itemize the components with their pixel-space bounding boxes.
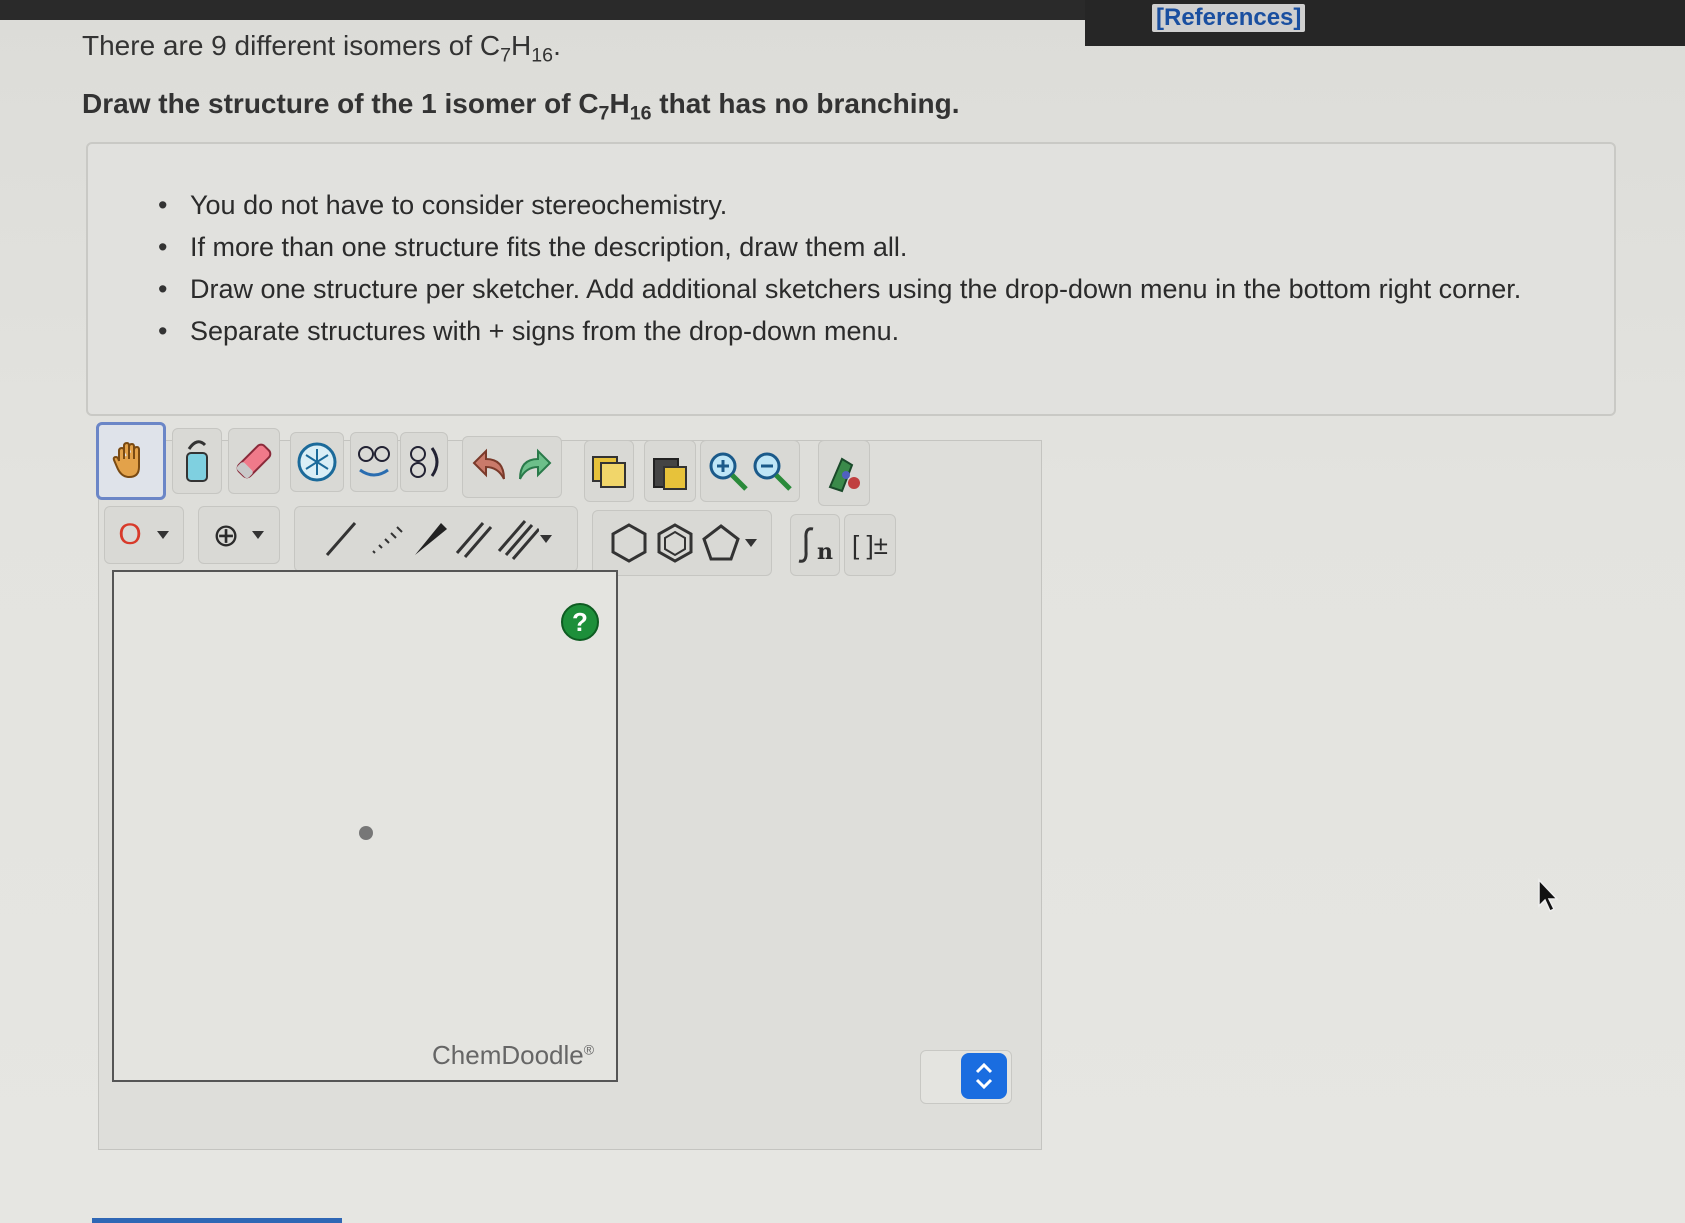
instruction-item: Separate structures with + signs from th… bbox=[158, 310, 1521, 352]
canvas-dot bbox=[359, 826, 373, 840]
help-button[interactable]: ? bbox=[561, 603, 599, 641]
chemdoodle-brand: ChemDoodle® bbox=[432, 1040, 594, 1071]
chevron-down-icon bbox=[252, 531, 265, 539]
charge-selector[interactable]: ⊕ bbox=[198, 506, 280, 564]
chevron-down-icon[interactable] bbox=[539, 534, 553, 544]
triple-bond-icon[interactable] bbox=[495, 517, 539, 561]
hand-icon bbox=[112, 441, 140, 479]
eraser-icon bbox=[236, 443, 272, 479]
clean-icon bbox=[828, 457, 860, 493]
instruction-item: You do not have to consider stereochemis… bbox=[158, 184, 1521, 226]
updown-chevron-icon bbox=[975, 1062, 993, 1090]
wedge-bond-icon[interactable] bbox=[407, 517, 451, 561]
question-intro: There are 9 different isomers of C7H16. bbox=[82, 30, 561, 67]
zoom-out-icon[interactable] bbox=[750, 449, 794, 493]
undo-icon[interactable] bbox=[472, 447, 512, 487]
rotate-tool-button[interactable] bbox=[400, 432, 448, 492]
polymer-sn-button[interactable]: n bbox=[790, 514, 840, 576]
ring-tools bbox=[592, 510, 772, 576]
atom-selector[interactable]: O bbox=[104, 506, 184, 564]
lasso-icon bbox=[186, 440, 208, 482]
cyclopentane-icon[interactable] bbox=[698, 520, 744, 566]
ring-template-button[interactable] bbox=[290, 432, 344, 492]
eraser-tool-button[interactable] bbox=[228, 428, 280, 494]
bottom-strip bbox=[92, 1218, 342, 1223]
zoom-in-icon[interactable] bbox=[706, 449, 750, 493]
paste-icon bbox=[653, 458, 687, 490]
benzene-icon[interactable] bbox=[652, 520, 698, 566]
hashed-bond-icon[interactable] bbox=[363, 517, 407, 561]
sn-icon bbox=[798, 527, 814, 563]
drawing-canvas[interactable]: ? ChemDoodle® bbox=[112, 570, 618, 1082]
single-bond-icon[interactable] bbox=[319, 517, 363, 561]
redo-icon[interactable] bbox=[512, 447, 552, 487]
ring-template-icon bbox=[297, 442, 337, 482]
rotate-icon bbox=[410, 446, 439, 478]
cyclohexane-icon[interactable] bbox=[606, 520, 652, 566]
copy-button[interactable] bbox=[584, 440, 634, 502]
bond-tools bbox=[294, 506, 578, 572]
brand-name: ChemDoodle bbox=[432, 1040, 584, 1070]
instruction-item: If more than one structure fits the desc… bbox=[158, 226, 1521, 268]
references-link[interactable]: [References] bbox=[1152, 4, 1306, 32]
undo-redo-group bbox=[462, 436, 562, 498]
charge-label: ⊕ bbox=[212, 517, 240, 553]
sn-label: n bbox=[817, 539, 833, 565]
bracket-charge-button[interactable]: [ ]± bbox=[844, 514, 896, 576]
instructions-list: You do not have to consider stereochemis… bbox=[158, 184, 1521, 352]
add-sketcher-dropdown[interactable] bbox=[920, 1050, 1012, 1104]
flip-tool-button[interactable] bbox=[350, 432, 398, 492]
chevron-down-icon[interactable] bbox=[744, 538, 758, 548]
atom-label: O bbox=[118, 518, 142, 551]
mouse-cursor-icon bbox=[1538, 878, 1559, 913]
brand-mark: ® bbox=[583, 1041, 595, 1058]
dropdown-toggle[interactable] bbox=[961, 1053, 1007, 1099]
question-prompt: Draw the structure of the 1 isomer of C7… bbox=[82, 88, 960, 125]
instruction-item: Draw one structure per sketcher. Add add… bbox=[158, 268, 1521, 310]
bracket-label: [ ]± bbox=[852, 529, 888, 560]
zoom-group bbox=[700, 440, 800, 502]
chevron-down-icon bbox=[156, 531, 169, 539]
paste-button[interactable] bbox=[644, 440, 696, 502]
double-bond-icon[interactable] bbox=[451, 517, 495, 561]
copy-icon bbox=[592, 456, 626, 488]
lasso-tool-button[interactable] bbox=[172, 428, 222, 494]
hand-tool-button[interactable] bbox=[96, 422, 166, 500]
clean-button[interactable] bbox=[818, 440, 870, 506]
instructions-box: You do not have to consider stereochemis… bbox=[86, 142, 1616, 416]
flip-icon bbox=[358, 446, 390, 477]
